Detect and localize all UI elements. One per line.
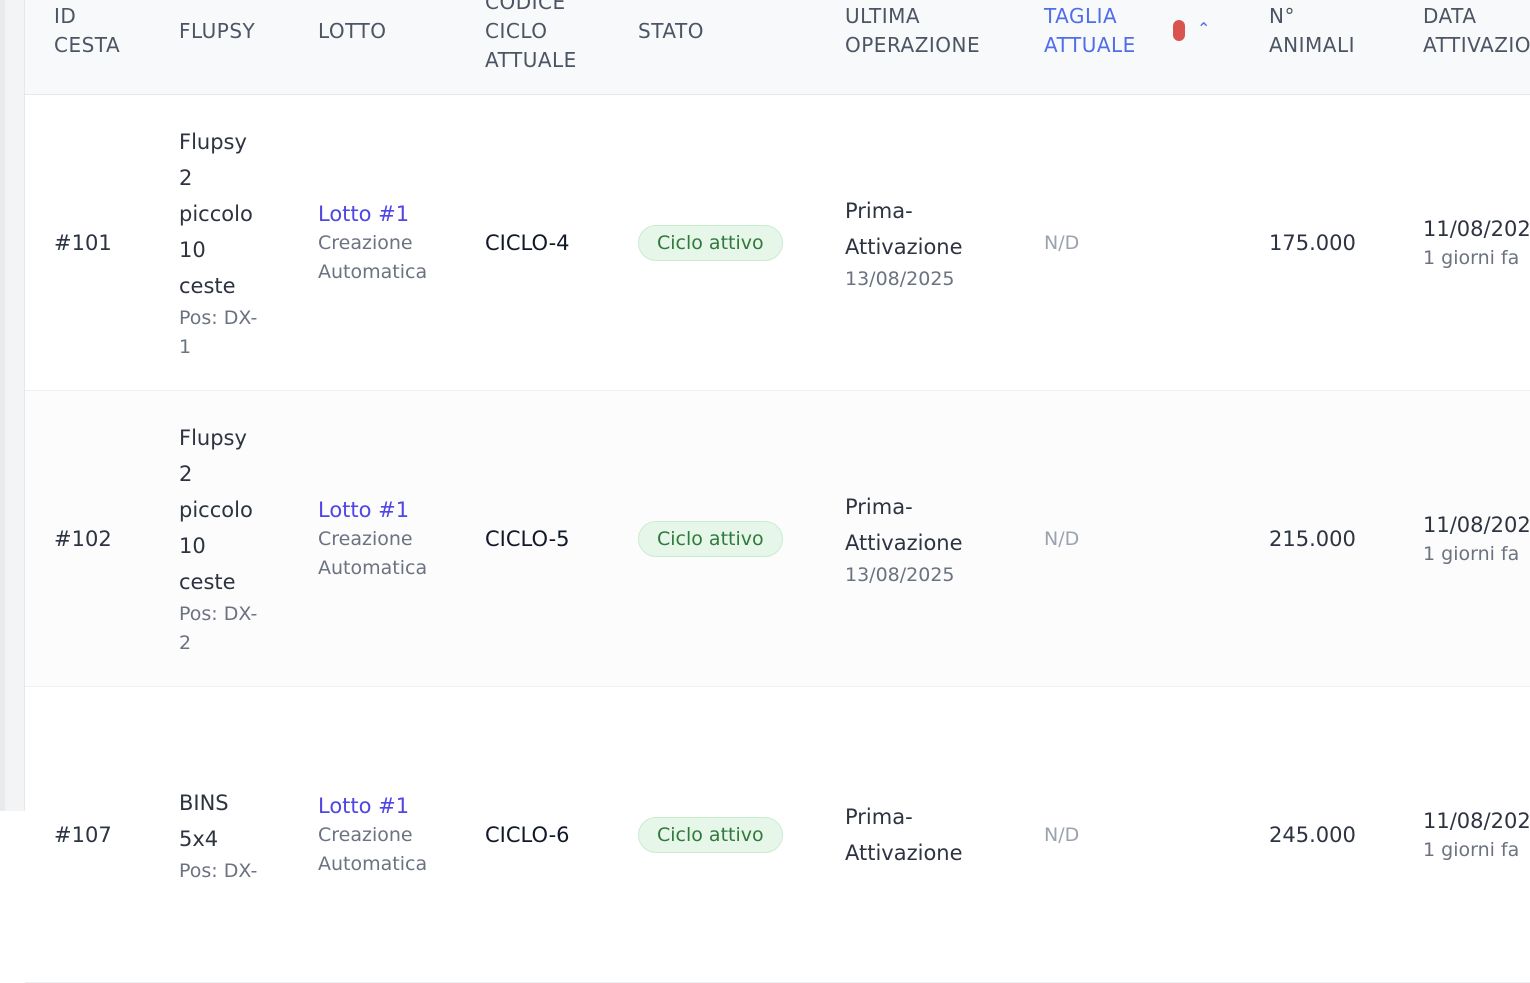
col-id-cesta[interactable]: ID CESTA	[54, 0, 120, 95]
flupsy-name: BINS 5x4	[179, 790, 229, 851]
current-size: N/D	[1044, 528, 1080, 550]
status-badge: Ciclo attivo	[638, 817, 783, 853]
col-stato[interactable]: STATO	[638, 0, 704, 95]
table-row[interactable]: #101 Flupsy 2 piccolo 10 ceste Pos: DX- …	[25, 95, 1530, 391]
last-operation-date: 13/08/2025	[845, 563, 955, 586]
col-taglia-attuale[interactable]: TAGLIA ATTUALE	[1044, 0, 1136, 95]
flupsy-position: Pos: DX-	[179, 859, 258, 882]
col-codice-ciclo[interactable]: CODICE CICLO ATTUALE	[485, 0, 577, 95]
last-operation: Prima- Attivazione	[845, 494, 963, 555]
sidebar-edge	[0, 0, 25, 811]
flupsy-position: Pos: DX- 1	[179, 307, 258, 358]
col-lotto[interactable]: LOTTO	[318, 0, 387, 95]
sort-indicator-dot	[1173, 20, 1185, 41]
activation-date: 11/08/2025	[1423, 512, 1530, 537]
basket-id: #102	[54, 527, 112, 551]
lotto-link[interactable]: Lotto #1	[318, 792, 427, 821]
current-size: N/D	[1044, 232, 1080, 254]
flupsy-position: Pos: DX- 2	[179, 603, 258, 654]
flupsy-name: Flupsy 2 piccolo 10 ceste	[179, 426, 253, 594]
status-badge: Ciclo attivo	[638, 225, 783, 261]
last-operation: Prima- Attivazione	[845, 198, 963, 259]
lotto-origin: Creazione Automatica	[318, 231, 428, 283]
activation-relative: 1 giorni fa	[1423, 542, 1520, 565]
animal-count: 175.000	[1269, 231, 1356, 255]
flupsy-name: Flupsy 2 piccolo 10 ceste	[179, 130, 253, 298]
current-size: N/D	[1044, 824, 1080, 846]
activation-date: 11/08/2025	[1423, 216, 1530, 241]
lotto-origin: Creazione Automatica	[318, 823, 428, 875]
cycle-code: CICLO-4	[485, 231, 570, 255]
lotto-origin: Creazione Automatica	[318, 527, 428, 579]
animal-count: 215.000	[1269, 527, 1356, 551]
animal-count: 245.000	[1269, 823, 1356, 847]
table-header: ID CESTA FLUPSY LOTTO CODICE CICLO ATTUA…	[25, 0, 1530, 95]
col-ultima-operazione[interactable]: ULTIMA OPERAZIONE	[845, 0, 980, 95]
lotto-link[interactable]: Lotto #1	[318, 496, 427, 525]
activation-date: 11/08/2025	[1423, 808, 1530, 833]
cycle-code: CICLO-6	[485, 823, 570, 847]
activation-relative: 1 giorni fa	[1423, 838, 1520, 861]
basket-id: #107	[54, 823, 112, 847]
lotto-link[interactable]: Lotto #1	[318, 200, 427, 229]
table-row[interactable]: #102 Flupsy 2 piccolo 10 ceste Pos: DX- …	[25, 391, 1530, 687]
col-animali[interactable]: N° ANIMALI	[1269, 0, 1355, 95]
activation-relative: 1 giorni fa	[1423, 246, 1520, 269]
last-operation: Prima- Attivazione	[845, 805, 963, 865]
last-operation-date: 13/08/2025	[845, 267, 955, 290]
col-flupsy[interactable]: FLUPSY	[179, 0, 255, 95]
status-badge: Ciclo attivo	[638, 521, 783, 557]
table-row[interactable]: #107 BINS 5x4 Pos: DX- Lotto #1 Creazion…	[25, 687, 1530, 983]
basket-id: #101	[54, 231, 112, 255]
chevron-up-icon[interactable]: ⌃	[1197, 19, 1210, 38]
cycle-code: CICLO-5	[485, 527, 570, 551]
col-data-attivazione[interactable]: DATA ATTIVAZIONE	[1423, 0, 1530, 95]
